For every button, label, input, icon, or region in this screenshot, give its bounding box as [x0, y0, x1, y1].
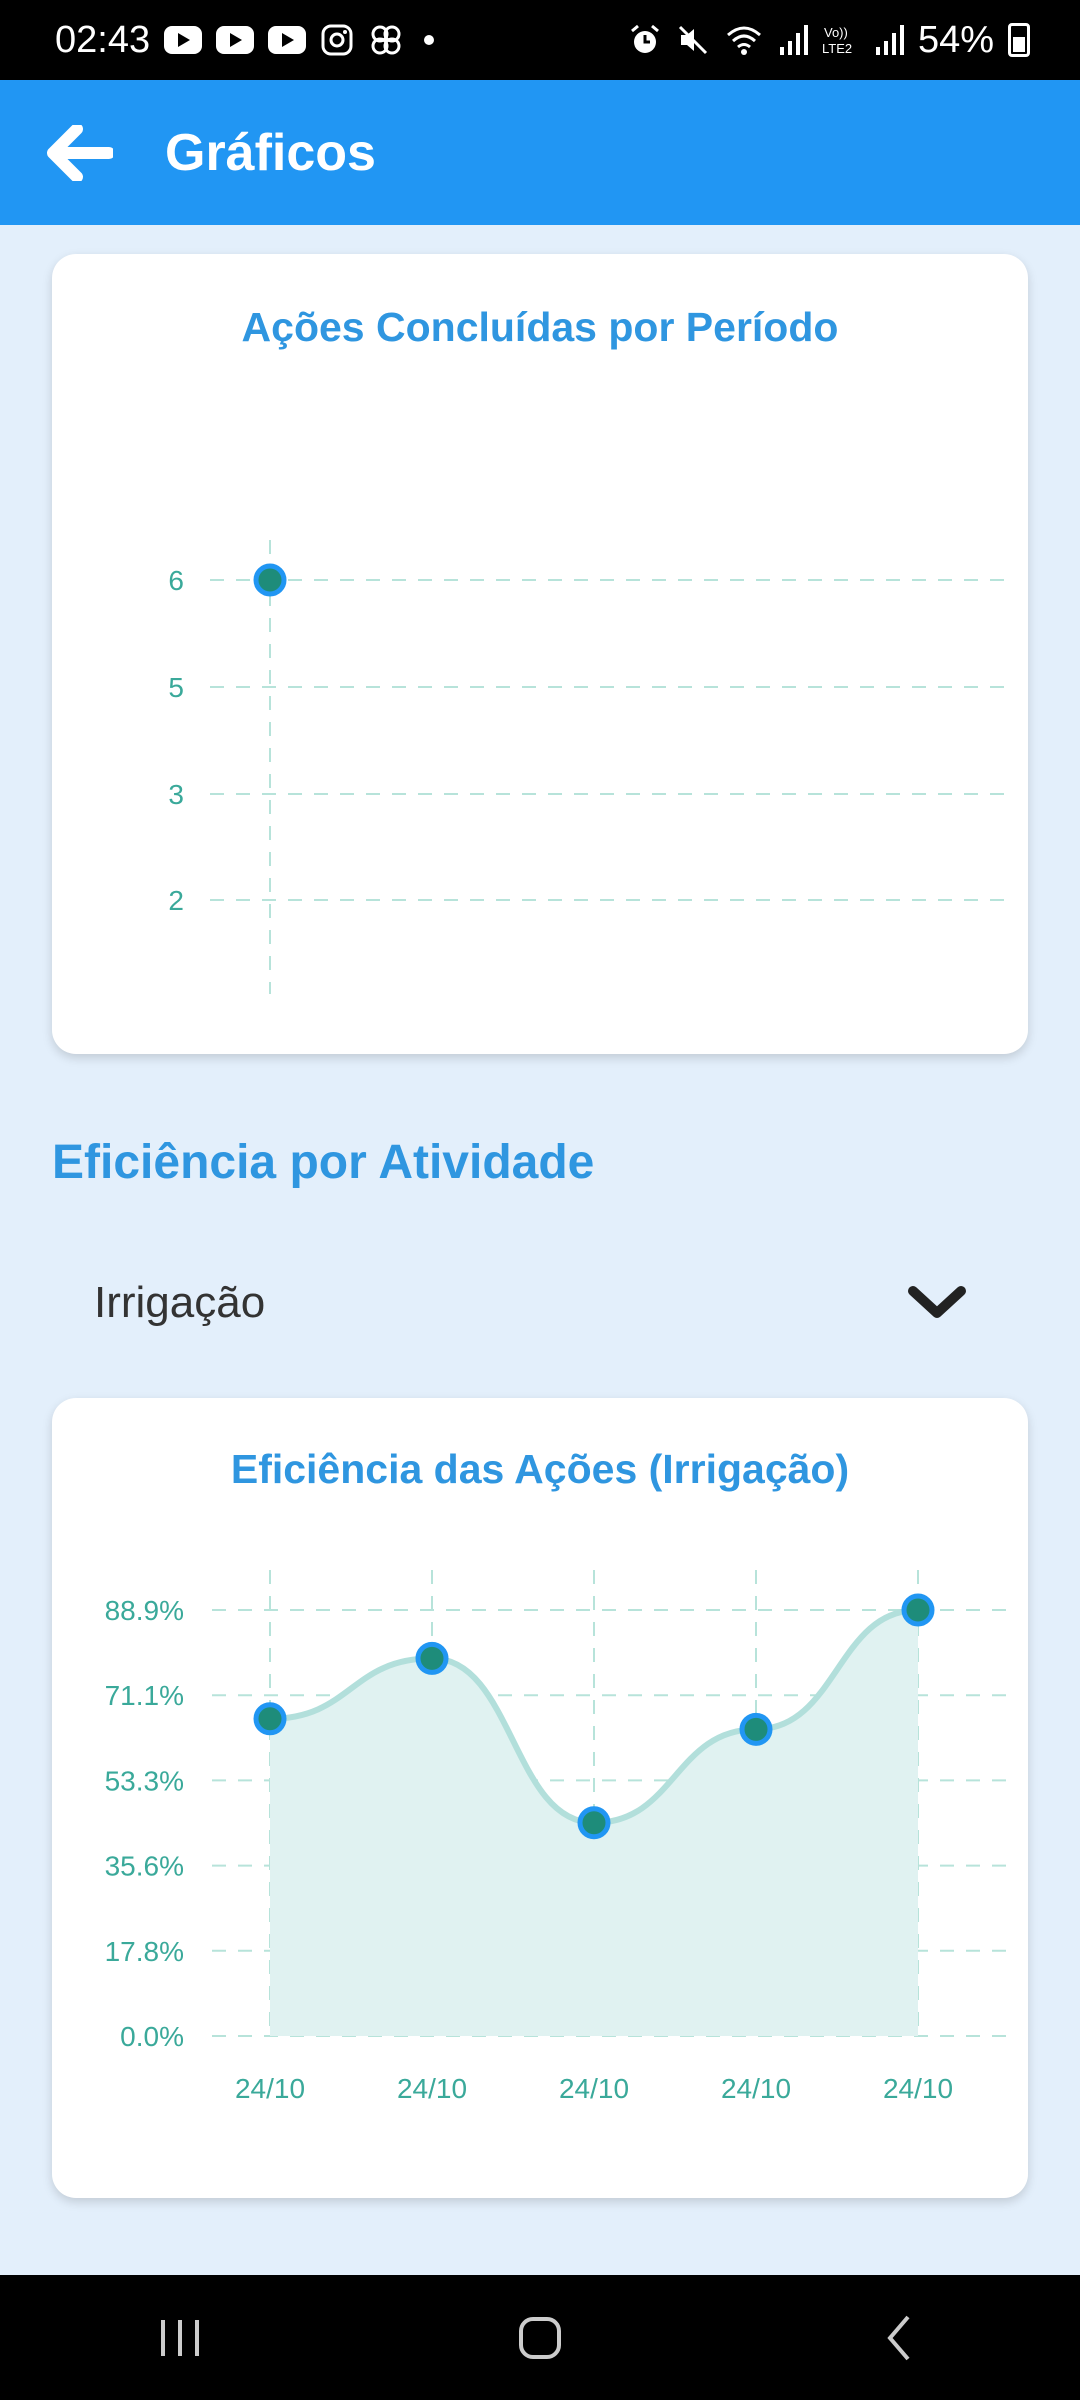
alarm-icon	[628, 23, 662, 57]
efficiency-chart: 0.0% 17.8% 35.6% 53.3% 71.1% 88.9% 24/10 24/10 2…	[105, 1570, 1007, 2104]
y-tick-label: 71.1%	[105, 1680, 184, 1711]
completed-actions-chart: 0235624/10	[168, 540, 1007, 994]
battery-percent: 54%	[917, 18, 994, 61]
y-tick-label: 3	[168, 779, 184, 810]
home-button[interactable]	[460, 2288, 620, 2388]
data-point	[415, 1641, 449, 1675]
x-tick-label: 24/10	[721, 2073, 791, 2104]
completed-actions-card: Ações Concluídas por Período 0235624/10	[52, 254, 1028, 1054]
wifi-icon	[724, 23, 764, 57]
recent-apps-button[interactable]	[100, 2288, 260, 2388]
youtube-icon	[164, 26, 203, 54]
data-point	[253, 563, 287, 597]
signal-icon	[874, 23, 904, 57]
data-point	[253, 1702, 287, 1736]
chart-title: Eficiência das Ações (Irrigação)	[230, 1446, 850, 1492]
x-tick-label: 24/10	[235, 2073, 305, 2104]
svg-text:Vo)): Vo))	[824, 25, 848, 40]
signal-icon	[778, 23, 808, 57]
home-icon	[519, 2316, 561, 2359]
battery-icon	[1008, 23, 1030, 57]
svg-text:LTE2: LTE2	[822, 41, 852, 56]
status-right: Vo)) LTE2 54%	[628, 19, 1030, 62]
y-tick-label: 6	[168, 565, 184, 596]
notification-dot-icon	[424, 35, 435, 45]
back-button[interactable]	[30, 103, 130, 203]
status-bar: 02:43 Vo)) LTE2 54%	[0, 0, 1080, 80]
x-tick-label: 24/10	[397, 2073, 467, 2104]
chevron-down-icon	[908, 1285, 966, 1318]
arrow-left-icon	[47, 124, 113, 181]
youtube-icon	[268, 26, 307, 54]
data-point	[739, 1712, 773, 1746]
y-tick-label: 53.3%	[105, 1765, 184, 1796]
app-bar: Gráficos	[0, 80, 1080, 225]
page-title: Gráficos	[165, 123, 376, 182]
y-tick-label: 2	[168, 885, 184, 916]
back-chevron-icon	[887, 2315, 910, 2360]
y-tick-label: 17.8%	[105, 1936, 184, 1967]
y-tick-label: 0.0%	[120, 2021, 184, 2052]
section-title: Eficiência por Atividade	[52, 1136, 595, 1189]
mute-icon	[676, 23, 710, 57]
activity-dropdown[interactable]: Irrigação	[52, 1255, 987, 1350]
back-nav-button[interactable]	[820, 2288, 980, 2388]
data-point	[901, 1593, 935, 1627]
y-tick-label: 5	[168, 672, 184, 703]
instagram-icon	[320, 23, 354, 57]
data-point	[577, 1806, 611, 1840]
pinwheel-icon	[368, 22, 404, 58]
status-time: 02:43	[55, 18, 151, 61]
dropdown-selected-value: Irrigação	[94, 1277, 266, 1327]
youtube-icon	[216, 26, 255, 54]
y-tick-label: 88.9%	[105, 1595, 184, 1626]
system-nav-bar	[0, 2275, 1080, 2400]
chart-title: Ações Concluídas por Período	[241, 304, 839, 350]
volte-icon: Vo)) LTE2	[822, 23, 860, 57]
efficiency-card: Eficiência das Ações (Irrigação) 0.0% 17.…	[52, 1398, 1028, 2198]
x-tick-label: 24/10	[883, 2073, 953, 2104]
x-tick-label: 24/10	[559, 2073, 629, 2104]
recent-apps-icon	[161, 2319, 199, 2356]
status-left: 02:43	[55, 18, 435, 62]
y-tick-label: 0	[168, 991, 184, 994]
y-tick-label: 35.6%	[105, 1851, 184, 1882]
